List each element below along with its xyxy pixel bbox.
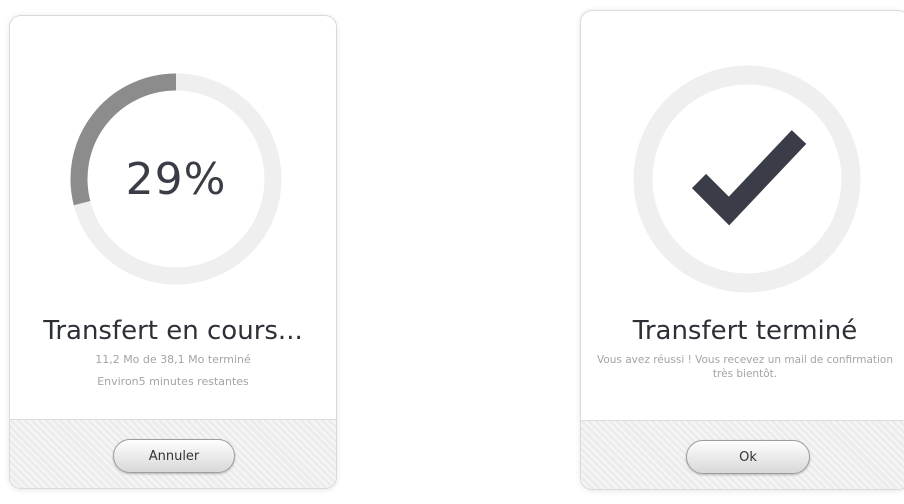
- checkmark-stroke: [691, 130, 807, 226]
- complete-ring: [631, 63, 863, 295]
- dialog-footer: Ok: [581, 420, 904, 489]
- time-remaining: Environ5 minutes restantes: [97, 375, 249, 388]
- progress-ring: 29%: [65, 68, 287, 290]
- transfer-complete-dialog: Transfert terminé Vous avez réussi ! Vou…: [580, 10, 904, 490]
- cancel-button[interactable]: Annuler: [113, 439, 235, 473]
- ok-button[interactable]: Ok: [686, 440, 810, 474]
- progress-title: Transfert en cours...: [43, 316, 303, 346]
- progress-detail: 11,2 Mo de 38,1 Mo terminé: [95, 353, 251, 366]
- progress-percent: 29%: [125, 153, 227, 205]
- complete-title: Transfert terminé: [632, 316, 858, 346]
- checkmark-icon: [633, 65, 861, 293]
- transfer-progress-dialog: 29% Transfert en cours... 11,2 Mo de 38,…: [9, 15, 337, 489]
- complete-message: Vous avez réussi ! Vous recevez un mail …: [596, 354, 894, 380]
- dialog-footer: Annuler: [10, 419, 336, 488]
